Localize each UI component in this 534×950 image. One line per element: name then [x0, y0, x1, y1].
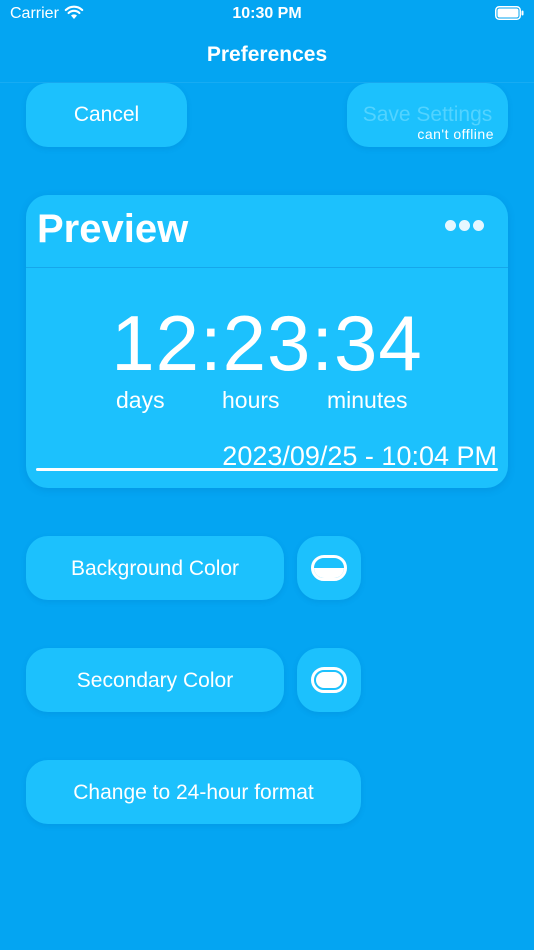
more-icon[interactable] [445, 220, 485, 232]
status-time: 10:30 PM [232, 5, 302, 22]
secondary-color-label: Secondary Color [76, 669, 234, 692]
save-settings-button[interactable]: Save Settings can't offline [347, 83, 508, 147]
unit-hours-label: hours [222, 387, 280, 413]
preview-title: Preview [37, 207, 189, 251]
battery-icon [495, 6, 524, 20]
hour-format-label: Change to 24-hour format [73, 781, 314, 804]
background-color-button[interactable]: Background Color [26, 536, 284, 600]
unit-minutes-label: minutes [327, 387, 408, 413]
background-color-label: Background Color [70, 557, 240, 580]
preview-card: Preview 12:23:34 days hours minutes 2023… [26, 195, 508, 488]
card-divider [26, 267, 508, 268]
unit-days-label: days [116, 387, 165, 413]
status-bar: Carrier 10:30 PM [0, 0, 534, 30]
save-settings-sublabel: can't offline [417, 126, 494, 142]
secondary-color-button[interactable]: Secondary Color [26, 648, 284, 712]
cancel-button-label: Cancel [73, 103, 140, 126]
background-color-swatch [311, 555, 347, 581]
hour-format-button[interactable]: Change to 24-hour format [26, 760, 361, 824]
countdown-timer: 12:23:34 [111, 299, 423, 387]
cancel-button[interactable]: Cancel [26, 83, 187, 147]
background-color-swatch-button[interactable] [297, 536, 361, 600]
secondary-color-swatch [311, 667, 347, 693]
page-title: Preferences [206, 43, 328, 66]
secondary-color-swatch-button[interactable] [297, 648, 361, 712]
navigation-bar: Preferences [0, 30, 534, 83]
date-underline [36, 468, 498, 471]
save-settings-label: Save Settings [362, 103, 493, 126]
